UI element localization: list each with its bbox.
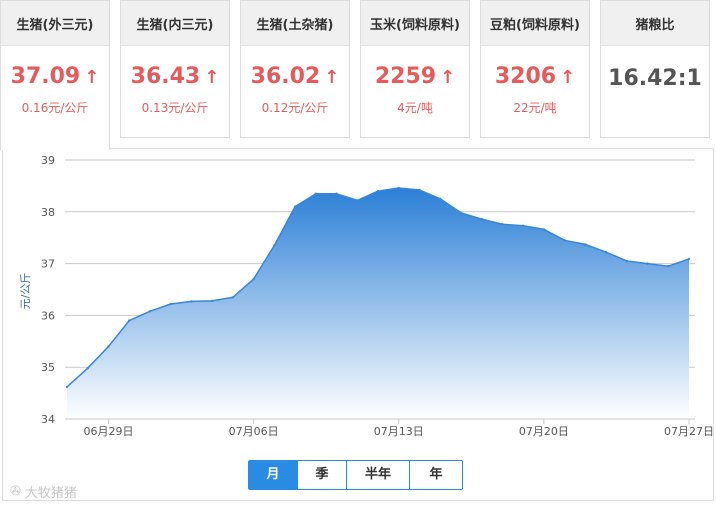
price-chart: 34 35 36 37 38 39 06月29日 07月06日 07月13日 07月20日 07月2… (2, 148, 714, 501)
price-card-title: 生猪(外三元) (1, 1, 109, 46)
price-card-value: 37.09 (10, 64, 81, 89)
x-tick-label: 07月13日 (374, 425, 424, 438)
price-card-value-row: 37.09 ↑ (1, 64, 109, 89)
data-point (418, 188, 421, 192)
data-point (335, 192, 338, 195)
price-card-title: 猪粮比 (601, 1, 709, 46)
data-point (542, 228, 546, 231)
data-point (190, 300, 193, 303)
y-tick-label: 34 (41, 413, 55, 426)
price-card[interactable]: 猪粮比 16.42:1 (600, 0, 710, 138)
data-point (625, 259, 628, 263)
price-card[interactable]: 生猪(外三元) 37.09 ↑ 0.16元/公斤 (0, 0, 110, 150)
watermark-text: 大牧猪猪 (24, 486, 77, 501)
data-point (86, 367, 89, 370)
data-point (687, 257, 691, 261)
up-arrow-icon: ↑ (84, 67, 100, 88)
data-point (376, 189, 380, 193)
area-fill (67, 188, 689, 419)
price-card-title: 生猪(内三元) (121, 1, 229, 46)
data-point (128, 319, 131, 322)
tab-month[interactable]: 月 (249, 461, 298, 489)
data-point (314, 192, 317, 195)
price-card-value: 36.02 (250, 64, 321, 89)
up-arrow-icon: ↑ (560, 67, 576, 88)
tab-half-year[interactable]: 半年 (347, 461, 410, 489)
data-point (293, 205, 297, 208)
price-card-change: 22元/吨 (513, 101, 557, 115)
y-tick-label: 39 (41, 154, 55, 167)
price-card-value-row: 36.02 ↑ (241, 64, 349, 89)
x-tick-label: 07月20日 (519, 425, 569, 438)
data-point (231, 296, 235, 299)
price-card-value: 3206 (494, 64, 557, 89)
data-point (397, 186, 400, 190)
data-point (646, 262, 649, 265)
y-tick-label: 38 (41, 206, 55, 219)
y-tick-label: 35 (41, 361, 55, 374)
data-point (107, 345, 110, 348)
up-arrow-icon: ↑ (204, 67, 220, 88)
up-arrow-icon: ↑ (440, 67, 456, 88)
y-tick-label: 36 (41, 309, 55, 322)
price-card[interactable]: 生猪(内三元) 36.43 ↑ 0.13元/公斤 (120, 0, 230, 138)
data-point (584, 243, 587, 246)
data-point (273, 244, 276, 247)
data-point (501, 223, 504, 226)
y-tick-label: 37 (41, 258, 55, 271)
data-point (439, 197, 442, 200)
price-card-change: 0.12元/公斤 (261, 101, 329, 115)
price-card-value: 36.43 (130, 64, 201, 89)
data-point (148, 310, 152, 313)
price-card-change: 4元/吨 (397, 101, 433, 115)
data-point (210, 299, 214, 303)
tab-year[interactable]: 年 (410, 461, 462, 489)
data-point (521, 224, 525, 227)
data-point (604, 251, 608, 254)
price-card-value-row: 16.42:1 (601, 66, 709, 91)
price-card-title: 生猪(土杂猪) (241, 1, 349, 46)
price-card-value: 2259 (374, 64, 437, 89)
data-point (667, 265, 670, 268)
data-point (252, 277, 255, 281)
data-point (169, 302, 172, 306)
price-card-value: 16.42:1 (608, 66, 702, 91)
price-card[interactable]: 玉米(饲料原料) 2259 ↑ 4元/吨 (360, 0, 470, 138)
watermark: ✇ 大牧猪猪 (10, 482, 77, 501)
price-card[interactable]: 豆粕(饲料原料) 3206 ↑ 22元/吨 (480, 0, 590, 138)
period-toggle: 月 季 半年 年 (248, 460, 463, 490)
price-card-change: 0.16元/公斤 (21, 101, 89, 115)
data-point (356, 199, 359, 202)
up-arrow-icon: ↑ (324, 67, 340, 88)
price-card-change: 0.13元/公斤 (141, 101, 209, 115)
tab-quarter[interactable]: 季 (298, 461, 347, 489)
x-tick-label: 06月29日 (83, 425, 133, 438)
x-tick-label: 07月06日 (229, 425, 279, 438)
data-point (563, 239, 566, 242)
price-chart-svg: 34 35 36 37 38 39 06月29日 07月06日 07月13日 07月20日 07月2… (19, 154, 714, 438)
price-card-value-row: 2259 ↑ (361, 64, 469, 89)
y-axis-label: 元/公斤 (19, 273, 32, 310)
price-card-value-row: 3206 ↑ (481, 64, 589, 89)
price-card-value-row: 36.43 ↑ (121, 64, 229, 89)
data-point (459, 211, 463, 214)
price-card-title: 玉米(饲料原料) (361, 1, 469, 46)
price-card-title: 豆粕(饲料原料) (481, 1, 589, 46)
data-point (65, 385, 69, 389)
price-card[interactable]: 生猪(土杂猪) 36.02 ↑ 0.12元/公斤 (240, 0, 350, 138)
watermark-logo-icon: ✇ (10, 484, 21, 499)
x-tick-label: 07月27日 (664, 425, 714, 438)
data-point (480, 217, 483, 221)
